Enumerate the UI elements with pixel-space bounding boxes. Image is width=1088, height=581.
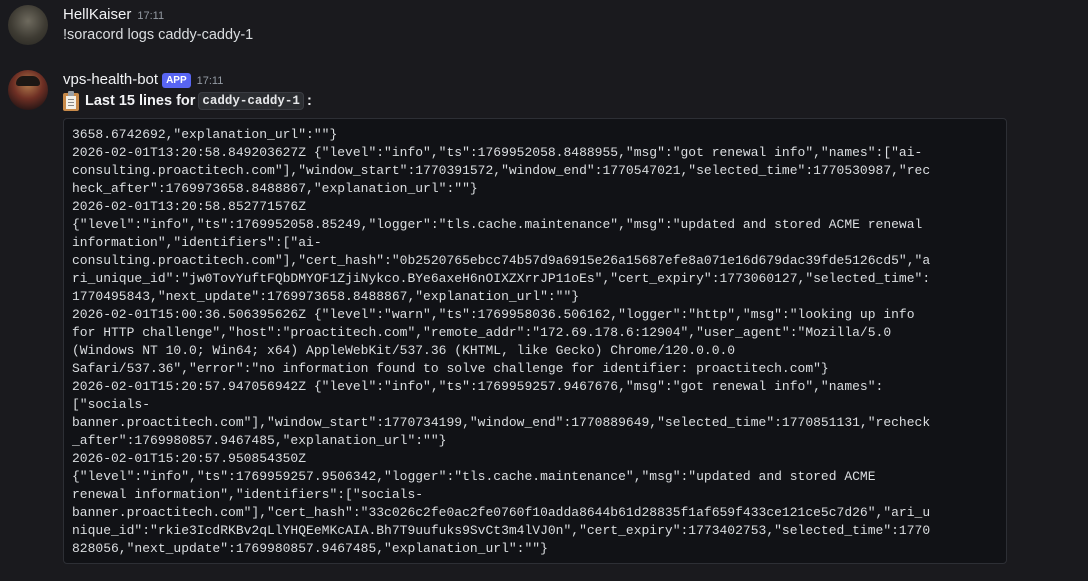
log-codeblock[interactable]: 3658.6742692,"explanation_url":""} 2026-… [63, 118, 1007, 564]
log-line: 2026-02-01T15:20:57.947056942Z {"level":… [72, 379, 884, 394]
log-line: {"level":"info","ts":1769959257.9506342,… [72, 469, 876, 484]
avatar[interactable] [8, 5, 48, 45]
log-line: heck_after":1769973658.8488867,"explanat… [72, 181, 478, 196]
message-hellkaiser: HellKaiser 17:11 !soracord logs caddy-ca… [0, 0, 1088, 58]
log-line: (Windows NT 10.0; Win64; x64) AppleWebKi… [72, 343, 736, 358]
clipboard-icon [63, 91, 79, 111]
timestamp[interactable]: 17:11 [197, 75, 224, 87]
log-line: 2026-02-01T13:20:58.849203627Z {"level":… [72, 145, 923, 160]
log-line: 2026-02-01T15:00:36.506395626Z {"level":… [72, 307, 915, 322]
log-line: 828056,"next_update":1769980857.9467485,… [72, 541, 548, 556]
log-line: for HTTP challenge","host":"proactitech.… [72, 325, 892, 340]
log-line: renewal information","identifiers":["soc… [72, 487, 424, 502]
log-line: _after":1769980857.9467485,"explanation_… [72, 433, 447, 448]
log-line: ["socials- [72, 397, 151, 412]
log-line: 2026-02-01T15:20:57.950854350Z [72, 451, 307, 466]
message-header: vps-health-bot APP 17:11 [63, 71, 223, 89]
app-badge: APP [162, 73, 191, 88]
log-line: 2026-02-01T13:20:58.852771576Z [72, 199, 307, 214]
message-content: !soracord logs caddy-caddy-1 [63, 27, 254, 43]
log-line: Safari/537.36","error":"no information f… [72, 361, 829, 376]
log-line: ri_unique_id":"jw0TovYuftFQbDMYOF1ZjiNyk… [72, 271, 931, 286]
username[interactable]: vps-health-bot [63, 71, 158, 88]
log-line: 3658.6742692,"explanation_url":""} [72, 127, 338, 142]
log-line: banner.proactitech.com"],"window_start":… [72, 415, 931, 430]
log-line: banner.proactitech.com"],"cert_hash":"33… [72, 505, 931, 520]
log-line: {"level":"info","ts":1769952058.85249,"l… [72, 217, 923, 232]
content-suffix: : [306, 93, 312, 109]
content-prefix: Last 15 lines for [85, 93, 196, 109]
username[interactable]: HellKaiser [63, 6, 131, 23]
timestamp[interactable]: 17:11 [137, 10, 164, 22]
log-line: information","identifiers":["ai- [72, 235, 322, 250]
log-line: consulting.proactitech.com"],"cert_hash"… [72, 253, 931, 268]
avatar[interactable] [8, 70, 48, 110]
inline-code: caddy-caddy-1 [198, 92, 304, 110]
message-header: HellKaiser 17:11 [63, 6, 164, 23]
log-line: nique_id":"rkie3IcdRKBv2qLlYHQEeMKcAIA.B… [72, 523, 931, 538]
log-line: consulting.proactitech.com"],"window_sta… [72, 163, 931, 178]
message-content: Last 15 lines for caddy-caddy-1 : [63, 91, 1088, 111]
log-line: 1770495843,"next_update":1769973658.8488… [72, 289, 580, 304]
